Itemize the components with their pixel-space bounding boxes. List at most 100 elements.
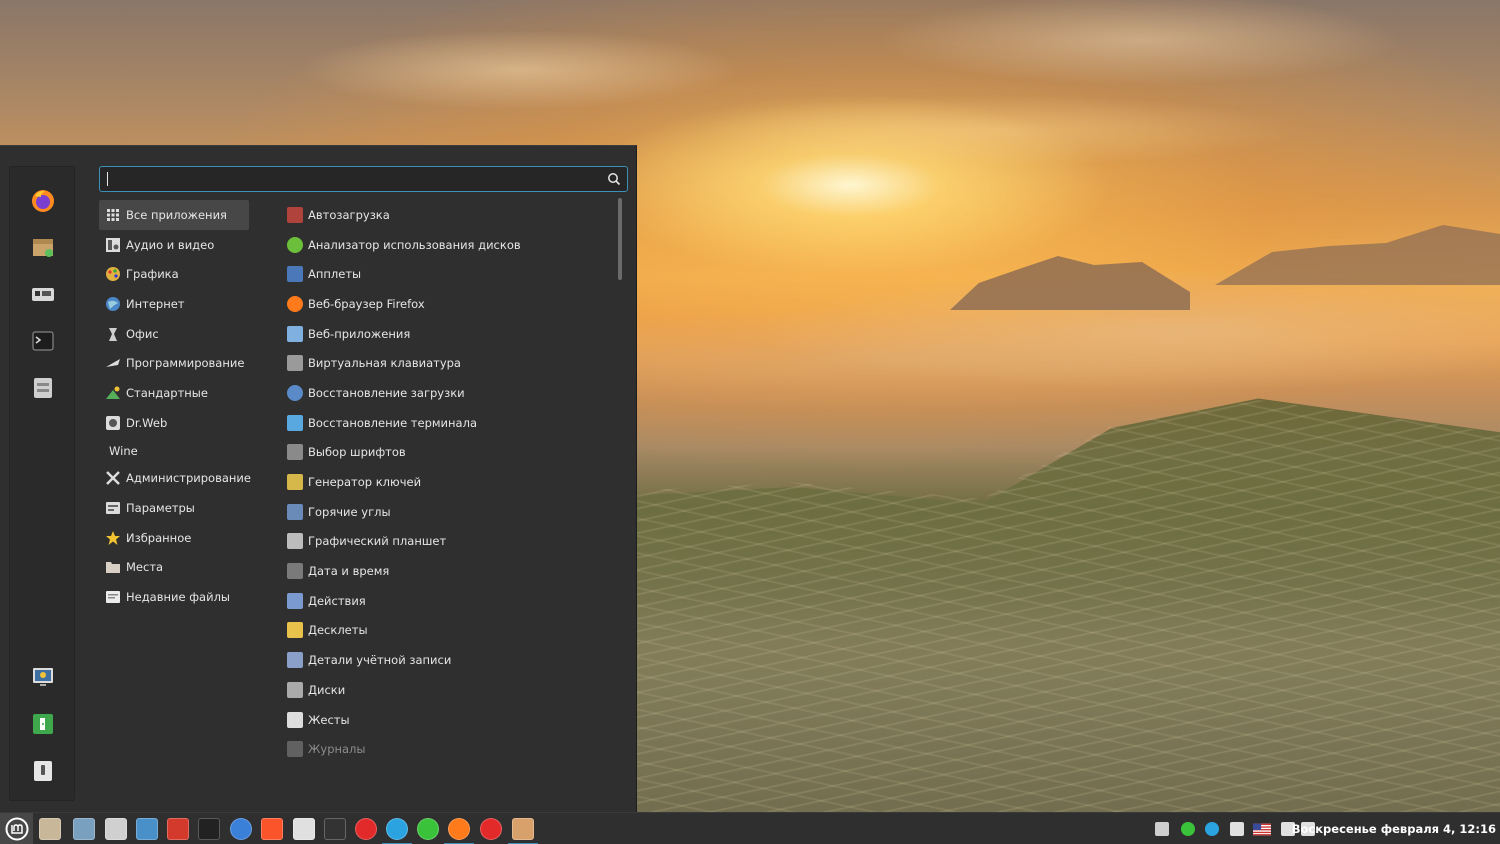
driver-manager-icon[interactable] <box>27 278 59 310</box>
application-item[interactable]: Апплеты <box>282 259 612 289</box>
application-item[interactable]: Выбор шрифтов <box>282 438 612 468</box>
application-item[interactable]: Анализатор использования дисков <box>282 230 612 260</box>
icq-tray-icon[interactable] <box>1179 821 1197 837</box>
lock-screen-icon[interactable] <box>27 661 59 693</box>
application-item[interactable]: Детали учётной записи <box>282 645 612 675</box>
account-icon <box>287 652 303 669</box>
webapps-icon <box>287 325 303 342</box>
application-item[interactable]: Жесты <box>282 705 612 735</box>
application-label: Автозагрузка <box>308 207 390 222</box>
application-item[interactable]: Веб-приложения <box>282 319 612 349</box>
accessories-icon <box>105 385 121 401</box>
terminal-icon[interactable] <box>27 325 59 357</box>
category-list: Все приложения Аудио и видео Графика Интерн… <box>99 200 251 612</box>
telegram-icon[interactable] <box>382 817 412 844</box>
category-item[interactable]: Избранное <box>99 523 249 553</box>
category-item[interactable]: Недавние файлы <box>99 582 249 612</box>
application-item[interactable]: Журналы <box>282 734 612 764</box>
application-label: Детали учётной записи <box>308 653 452 668</box>
application-item[interactable]: Генератор ключей <box>282 467 612 497</box>
drweb-tray-icon[interactable] <box>1153 821 1171 837</box>
application-label: Десклеты <box>308 623 368 638</box>
category-item[interactable]: Офис <box>99 319 249 349</box>
yandex-browser-icon[interactable] <box>479 817 503 841</box>
application-item[interactable]: Действия <box>282 586 612 616</box>
application-item[interactable]: Дата и время <box>282 556 612 586</box>
preferences-icon <box>105 500 121 516</box>
printer-icon[interactable] <box>1228 821 1246 837</box>
category-item[interactable]: Программирование <box>99 348 249 378</box>
category-label: Аудио и видео <box>126 237 215 252</box>
category-label: Места <box>126 560 164 575</box>
terminal-icon[interactable] <box>197 817 221 841</box>
application-item[interactable]: Восстановление загрузки <box>282 378 612 408</box>
search-icon <box>608 173 621 186</box>
package-manager-icon[interactable] <box>27 231 59 263</box>
internet-icon <box>105 296 121 312</box>
text-editor-icon[interactable] <box>292 817 316 841</box>
hot-corners-icon <box>287 503 303 520</box>
screenshot-icon[interactable] <box>135 817 159 841</box>
category-item[interactable]: Стандартные <box>99 378 249 408</box>
startup-icon <box>287 206 303 223</box>
double-commander-icon[interactable] <box>166 817 190 841</box>
category-item[interactable]: Wine <box>99 438 249 464</box>
shutdown-icon[interactable] <box>27 755 59 787</box>
clock[interactable]: Воскресенье февраля 4, 12:16 <box>1292 822 1496 836</box>
application-item[interactable]: Восстановление терминала <box>282 408 612 438</box>
application-label: Апплеты <box>308 267 362 282</box>
application-label: Диски <box>308 682 346 697</box>
application-item[interactable]: Веб-браузер Firefox <box>282 289 612 319</box>
programming-icon <box>105 355 121 371</box>
application-label: Журналы <box>308 742 366 757</box>
application-label: Виртуальная клавиатура <box>308 356 461 371</box>
application-item[interactable]: Графический планшет <box>282 527 612 557</box>
text-caret <box>107 172 108 186</box>
category-item[interactable]: Аудио и видео <box>99 230 249 260</box>
tablet-icon <box>287 533 303 550</box>
category-label: Все приложения <box>126 207 227 222</box>
menu-button[interactable] <box>0 813 33 844</box>
application-item[interactable]: Горячие углы <box>282 497 612 527</box>
logs-icon <box>287 741 303 758</box>
category-item[interactable]: Интернет <box>99 289 249 319</box>
file-manager-icon[interactable] <box>27 372 59 404</box>
firefox-icon[interactable] <box>27 185 59 217</box>
system-monitor-icon[interactable] <box>323 817 347 841</box>
application-label: Веб-браузер Firefox <box>308 296 425 311</box>
multimedia-icon <box>105 237 121 253</box>
search-box[interactable] <box>99 166 628 192</box>
application-item[interactable]: Диски <box>282 675 612 705</box>
graphics-icon <box>105 266 121 282</box>
category-item[interactable]: Места <box>99 553 249 583</box>
application-item[interactable]: Виртуальная клавиатура <box>282 348 612 378</box>
eye-app-icon[interactable] <box>508 817 538 844</box>
category-item[interactable]: Администрирование <box>99 464 251 494</box>
actions-icon <box>287 592 303 609</box>
file-manager-icon[interactable] <box>38 817 62 841</box>
category-item[interactable]: Все приложения <box>99 200 249 230</box>
application-item[interactable]: Автозагрузка <box>282 200 612 230</box>
calculator-icon[interactable] <box>72 817 96 841</box>
category-item[interactable]: Dr.Web <box>99 408 249 438</box>
application-item[interactable]: Десклеты <box>282 616 612 646</box>
category-item[interactable]: Параметры <box>99 493 249 523</box>
category-item[interactable]: Графика <box>99 259 249 289</box>
icq-icon[interactable] <box>416 817 440 841</box>
firefox-icon[interactable] <box>444 817 474 844</box>
search-input[interactable] <box>106 170 596 188</box>
favorites-sidebar <box>9 166 75 801</box>
archive-icon[interactable] <box>104 817 128 841</box>
application-label: Восстановление загрузки <box>308 385 465 400</box>
us-flag-icon[interactable] <box>1253 821 1271 837</box>
telegram-tray-icon[interactable] <box>1203 821 1221 837</box>
logout-icon[interactable] <box>27 708 59 740</box>
applets-icon <box>287 266 303 283</box>
youtube-music-icon[interactable] <box>354 817 378 841</box>
firefox-icon <box>287 295 303 312</box>
application-list-scrollbar[interactable] <box>618 198 622 280</box>
taskbar-panel: Воскресенье февраля 4, 12:16 <box>0 812 1500 844</box>
brave-icon[interactable] <box>260 817 284 841</box>
administration-icon <box>105 470 121 486</box>
thunderbird-icon[interactable] <box>229 817 253 841</box>
